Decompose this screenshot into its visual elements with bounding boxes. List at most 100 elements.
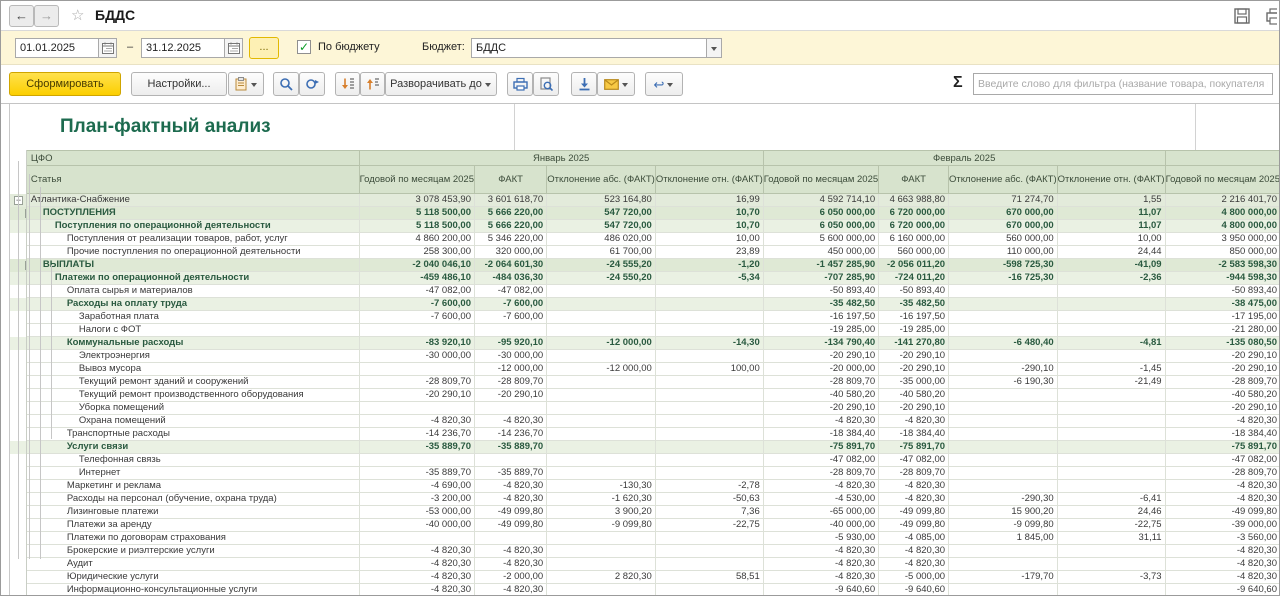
value-cell[interactable]: -47 082,00 [763, 454, 878, 467]
value-cell[interactable]: 11,07 [1057, 220, 1165, 233]
table-row[interactable]: Электроэнергия-30 000,00-30 000,00-20 29… [10, 350, 1280, 363]
value-cell[interactable] [359, 402, 474, 415]
value-cell[interactable]: -14 236,70 [475, 428, 547, 441]
value-cell[interactable]: -4 820,30 [763, 558, 878, 571]
value-cell[interactable]: -12 000,00 [475, 363, 547, 376]
value-cell[interactable]: -83 920,10 [359, 337, 474, 350]
by-budget-checkbox[interactable]: ✓ [297, 40, 311, 54]
value-cell[interactable] [655, 285, 763, 298]
value-cell[interactable]: -28 809,70 [763, 467, 878, 480]
value-cell[interactable]: -4 820,30 [1165, 480, 1280, 493]
sum-sigma-icon[interactable]: Σ [953, 74, 963, 92]
value-cell[interactable]: -50 893,40 [1165, 285, 1280, 298]
article-cell[interactable]: Прочие поступления по операционной деяте… [26, 246, 359, 259]
value-cell[interactable]: -14 236,70 [359, 428, 474, 441]
value-cell[interactable]: 6 050 000,00 [763, 207, 878, 220]
table-row[interactable]: Лизинговые платежи-53 000,00-49 099,803 … [10, 506, 1280, 519]
value-cell[interactable]: -40 580,20 [879, 389, 949, 402]
value-cell[interactable]: 1,55 [1057, 194, 1165, 207]
value-cell[interactable] [655, 350, 763, 363]
value-cell[interactable] [547, 350, 656, 363]
value-cell[interactable]: -459 486,10 [359, 272, 474, 285]
value-cell[interactable] [655, 402, 763, 415]
value-cell[interactable]: -12 000,00 [547, 337, 656, 350]
value-cell[interactable]: -47 082,00 [1165, 454, 1280, 467]
value-cell[interactable]: -50 893,40 [763, 285, 878, 298]
value-cell[interactable] [1057, 584, 1165, 596]
table-row[interactable]: −Расходы на оплату труда-7 600,00-7 600,… [10, 298, 1280, 311]
value-cell[interactable]: 5 346 220,00 [475, 233, 547, 246]
value-cell[interactable] [475, 532, 547, 545]
table-row[interactable]: −Платежи по операционной деятельности-45… [10, 272, 1280, 285]
article-cell[interactable]: Юридические услуги [26, 571, 359, 584]
value-cell[interactable]: -1 620,30 [547, 493, 656, 506]
article-cell[interactable]: Расходы на оплату труда [26, 298, 359, 311]
value-cell[interactable]: -6 480,40 [949, 337, 1058, 350]
value-cell[interactable]: -65 000,00 [763, 506, 878, 519]
value-cell[interactable]: 1 845,00 [949, 532, 1058, 545]
value-cell[interactable] [1057, 415, 1165, 428]
value-cell[interactable]: 523 164,80 [547, 194, 656, 207]
article-cell[interactable]: Телефонная связь [26, 454, 359, 467]
value-cell[interactable]: -95 920,10 [475, 337, 547, 350]
download-button[interactable] [571, 72, 597, 96]
article-cell[interactable]: Расходы на персонал (обучение, охрана тр… [26, 493, 359, 506]
table-row[interactable]: Информационно-консультационные услуги-4 … [10, 584, 1280, 596]
value-cell[interactable] [949, 285, 1058, 298]
value-cell[interactable]: -24 550,20 [547, 272, 656, 285]
value-cell[interactable]: -20 290,10 [879, 402, 949, 415]
value-cell[interactable] [655, 532, 763, 545]
table-row[interactable]: Брокерские и риэлтерские услуги-4 820,30… [10, 545, 1280, 558]
value-cell[interactable]: 7,36 [655, 506, 763, 519]
article-cell[interactable]: Информационно-консультационные услуги [26, 584, 359, 596]
quick-filter-input[interactable] [973, 73, 1273, 95]
value-cell[interactable] [655, 545, 763, 558]
value-cell[interactable]: 16,99 [655, 194, 763, 207]
value-cell[interactable] [1057, 324, 1165, 337]
date-from-calendar-icon[interactable] [99, 38, 117, 58]
article-cell[interactable]: Транспортные расходы [26, 428, 359, 441]
value-cell[interactable]: -19 285,00 [763, 324, 878, 337]
value-cell[interactable] [475, 454, 547, 467]
value-cell[interactable] [949, 324, 1058, 337]
value-cell[interactable] [949, 350, 1058, 363]
value-cell[interactable] [655, 311, 763, 324]
table-row[interactable]: Аудит-4 820,30-4 820,30-4 820,30-4 820,3… [10, 558, 1280, 571]
value-cell[interactable]: 450 000,00 [763, 246, 878, 259]
value-cell[interactable]: -50,63 [655, 493, 763, 506]
value-cell[interactable]: -20 290,10 [1165, 402, 1280, 415]
value-cell[interactable]: -1,20 [655, 259, 763, 272]
table-row[interactable]: Транспортные расходы-14 236,70-14 236,70… [10, 428, 1280, 441]
value-cell[interactable] [475, 402, 547, 415]
value-cell[interactable]: 560 000,00 [879, 246, 949, 259]
date-from-input[interactable] [15, 38, 99, 58]
value-cell[interactable]: 71 274,70 [949, 194, 1058, 207]
value-cell[interactable]: -50 893,40 [879, 285, 949, 298]
value-cell[interactable]: -4 820,30 [879, 480, 949, 493]
value-cell[interactable]: 4 592 714,10 [763, 194, 878, 207]
table-row[interactable]: Прочие поступления по операционной деяте… [10, 246, 1280, 259]
value-cell[interactable]: -21,49 [1057, 376, 1165, 389]
value-cell[interactable]: -9 640,60 [1165, 584, 1280, 596]
article-cell[interactable]: Поступления по операционной деятельности [26, 220, 359, 233]
value-cell[interactable]: 10,00 [1057, 233, 1165, 246]
value-cell[interactable]: -2,36 [1057, 272, 1165, 285]
value-cell[interactable]: -4 820,30 [1165, 493, 1280, 506]
value-cell[interactable] [949, 441, 1058, 454]
value-cell[interactable] [547, 415, 656, 428]
value-cell[interactable]: 10,70 [655, 220, 763, 233]
value-cell[interactable]: 5 118 500,00 [359, 207, 474, 220]
value-cell[interactable]: -4 820,30 [475, 415, 547, 428]
article-cell[interactable]: Оплата сырья и материалов [26, 285, 359, 298]
value-cell[interactable]: -20 290,10 [763, 402, 878, 415]
value-cell[interactable] [655, 584, 763, 596]
value-cell[interactable] [655, 415, 763, 428]
value-cell[interactable]: -35 889,70 [475, 467, 547, 480]
value-cell[interactable]: -4 820,30 [475, 493, 547, 506]
value-cell[interactable] [547, 545, 656, 558]
value-cell[interactable]: -49 099,80 [1165, 506, 1280, 519]
budget-input[interactable] [471, 38, 707, 58]
value-cell[interactable]: -53 000,00 [359, 506, 474, 519]
value-cell[interactable] [1057, 558, 1165, 571]
value-cell[interactable]: 670 000,00 [949, 207, 1058, 220]
